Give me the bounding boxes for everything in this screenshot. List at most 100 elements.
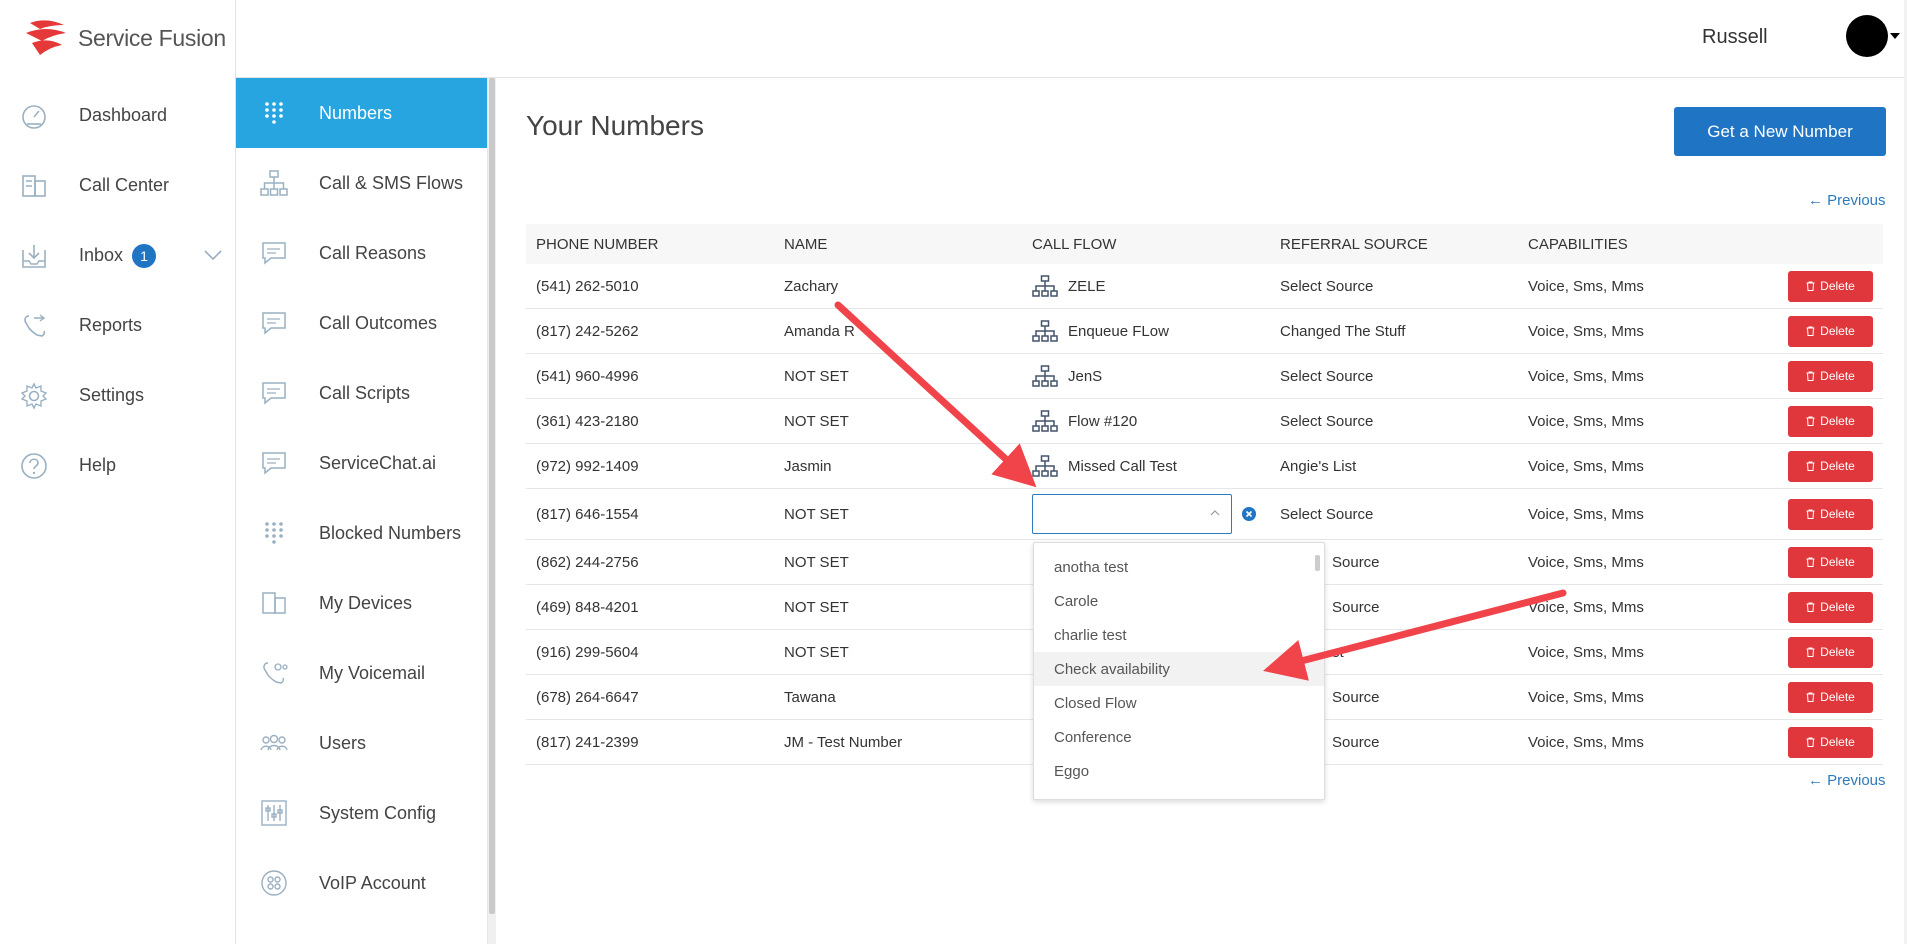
subnav-item-label: My Voicemail <box>319 662 426 683</box>
delete-button[interactable]: Delete <box>1788 450 1873 482</box>
subnav-item-call-scripts[interactable]: Call Scripts <box>236 358 487 428</box>
previous-page-link-bottom[interactable]: ← Previous <box>1808 772 1886 789</box>
scrollbar-thumb[interactable] <box>489 78 495 914</box>
main-content: Your Numbers Get a New Number ← Previous… <box>496 78 1904 944</box>
dropdown-option[interactable]: Conference <box>1034 720 1324 754</box>
username-label[interactable]: Russell <box>1702 26 1768 49</box>
call-flow-cell[interactable]: Flow #120 <box>1022 398 1270 444</box>
call-flow-value: ZELE <box>1068 277 1106 295</box>
brand-logo[interactable]: Service Fusion <box>24 18 226 58</box>
call-flow-select[interactable] <box>1032 494 1232 534</box>
call-center-icon <box>22 175 46 197</box>
referral-source-cell[interactable]: Angie's List <box>1270 443 1518 489</box>
subnav-item-my-voicemail[interactable]: My Voicemail <box>236 638 487 708</box>
name-cell[interactable]: NOT SET <box>774 584 1022 630</box>
chevron-down-icon[interactable] <box>202 244 224 266</box>
subnav-item-users[interactable]: Users <box>236 708 487 778</box>
clear-selection-icon[interactable] <box>1242 507 1256 521</box>
nav-item-reports[interactable]: Reports <box>0 300 235 350</box>
delete-button[interactable]: Delete <box>1788 636 1873 668</box>
call-flow-cell[interactable]: Missed Call Test <box>1022 443 1270 489</box>
subnav-item-blocked-numbers[interactable]: Blocked Numbers <box>236 498 487 568</box>
delete-button[interactable]: Delete <box>1788 681 1873 713</box>
name-cell[interactable]: Amanda R <box>774 308 1022 354</box>
delete-button[interactable]: Delete <box>1788 591 1873 623</box>
delete-button[interactable]: Delete <box>1788 405 1873 437</box>
settings-icon <box>20 382 48 410</box>
dropdown-option[interactable]: Eggo <box>1034 754 1324 788</box>
name-cell[interactable]: Jasmin <box>774 443 1022 489</box>
capabilities-cell: Voice, Sms, Mms <box>1518 353 1766 399</box>
referral-source-cell[interactable]: Changed The Stuff <box>1270 308 1518 354</box>
dropdown-option[interactable]: charlie test <box>1034 618 1324 652</box>
get-new-number-button[interactable]: Get a New Number <box>1674 107 1886 156</box>
previous-page-link-top[interactable]: ← Previous <box>1808 192 1886 209</box>
name-cell[interactable]: NOT SET <box>774 398 1022 444</box>
trash-icon <box>1806 557 1815 567</box>
capabilities-cell: Voice, Sms, Mms <box>1518 539 1766 585</box>
page-title: Your Numbers <box>526 110 704 141</box>
name-cell[interactable]: NOT SET <box>774 539 1022 585</box>
subnav-item-my-devices[interactable]: My Devices <box>236 568 487 638</box>
actions-cell: Delete <box>1766 443 1883 489</box>
name-cell[interactable]: NOT SET <box>774 353 1022 399</box>
dropdown-option[interactable]: anotha test <box>1034 550 1324 584</box>
dropdown-option-highlighted[interactable]: Check availability <box>1034 652 1324 686</box>
trash-icon <box>1806 416 1815 426</box>
voicemail-icon <box>263 662 288 684</box>
nav-item-call-center[interactable]: Call Center <box>0 160 235 210</box>
phone-number-cell: (541) 960-4996 <box>526 353 774 399</box>
call-flow-cell[interactable]: JenS <box>1022 353 1270 399</box>
caret-down-icon[interactable] <box>1890 33 1900 39</box>
nav-item-dashboard[interactable]: Dashboard <box>0 90 235 140</box>
comment-icon <box>262 242 286 265</box>
actions-cell: Delete <box>1766 629 1883 675</box>
nav-item-label: Help <box>79 454 117 475</box>
subnav-item-call-reasons[interactable]: Call Reasons <box>236 218 487 288</box>
capabilities-cell: Voice, Sms, Mms <box>1518 308 1766 354</box>
capabilities-cell: Voice, Sms, Mms <box>1518 264 1766 309</box>
subnav-item-voip-account[interactable]: VoIP Account <box>236 848 487 918</box>
referral-source-cell[interactable]: Select Source <box>1270 264 1518 309</box>
name-cell[interactable]: NOT SET <box>774 629 1022 675</box>
table-row: (817) 646-1554 NOT SET Select Source Voi… <box>526 488 1883 540</box>
delete-button[interactable]: Delete <box>1788 360 1873 392</box>
subnav-item-system-config[interactable]: System Config <box>236 778 487 848</box>
phone-number-cell: (817) 241-2399 <box>526 719 774 765</box>
delete-button[interactable]: Delete <box>1788 498 1873 530</box>
top-bar: Russell <box>236 0 1907 78</box>
delete-button[interactable]: Delete <box>1788 546 1873 578</box>
dropdown-option[interactable]: Closed Flow <box>1034 686 1324 720</box>
dropdown-scrollbar[interactable] <box>1315 555 1320 571</box>
nav-item-inbox[interactable]: Inbox 1 <box>0 230 235 280</box>
trash-icon <box>1806 509 1815 519</box>
dropdown-option[interactable]: Carole <box>1034 584 1324 618</box>
subnav-item-label: Call & SMS Flows <box>319 172 464 193</box>
nav-item-help[interactable]: Help <box>0 440 235 490</box>
name-cell[interactable]: Zachary <box>774 264 1022 309</box>
referral-source-cell[interactable]: Select Source <box>1270 488 1518 540</box>
call-flow-cell[interactable]: Enqueue FLow <box>1022 308 1270 354</box>
call-flow-cell[interactable]: ZELE <box>1022 264 1270 309</box>
call-flow-value: JenS <box>1068 367 1103 385</box>
referral-source-cell[interactable]: Select Source <box>1270 353 1518 399</box>
nav-item-label: Call Center <box>79 174 170 195</box>
delete-button[interactable]: Delete <box>1788 270 1873 302</box>
subnav-item-numbers[interactable]: Numbers <box>236 78 487 148</box>
trash-icon <box>1806 326 1815 336</box>
comment-icon <box>262 452 286 475</box>
referral-source-cell[interactable]: Select Source <box>1270 398 1518 444</box>
avatar[interactable] <box>1846 15 1888 57</box>
name-cell[interactable]: JM - Test Number <box>774 719 1022 765</box>
name-cell[interactable]: Tawana <box>774 674 1022 720</box>
subnav-item-call-sms-flows[interactable]: Call & SMS Flows <box>236 148 487 218</box>
subnav-item-call-outcomes[interactable]: Call Outcomes <box>236 288 487 358</box>
delete-button[interactable]: Delete <box>1788 726 1873 758</box>
subnav-item-servicechat[interactable]: ServiceChat.ai <box>236 428 487 498</box>
name-cell[interactable]: NOT SET <box>774 488 1022 540</box>
nav-item-settings[interactable]: Settings <box>0 370 235 420</box>
column-header-name: NAME <box>774 224 1022 264</box>
sub-nav: Numbers Call & SMS Flows Call Reasons Ca… <box>236 78 487 944</box>
subnav-scrollbar[interactable] <box>487 78 496 944</box>
delete-button[interactable]: Delete <box>1788 315 1873 347</box>
